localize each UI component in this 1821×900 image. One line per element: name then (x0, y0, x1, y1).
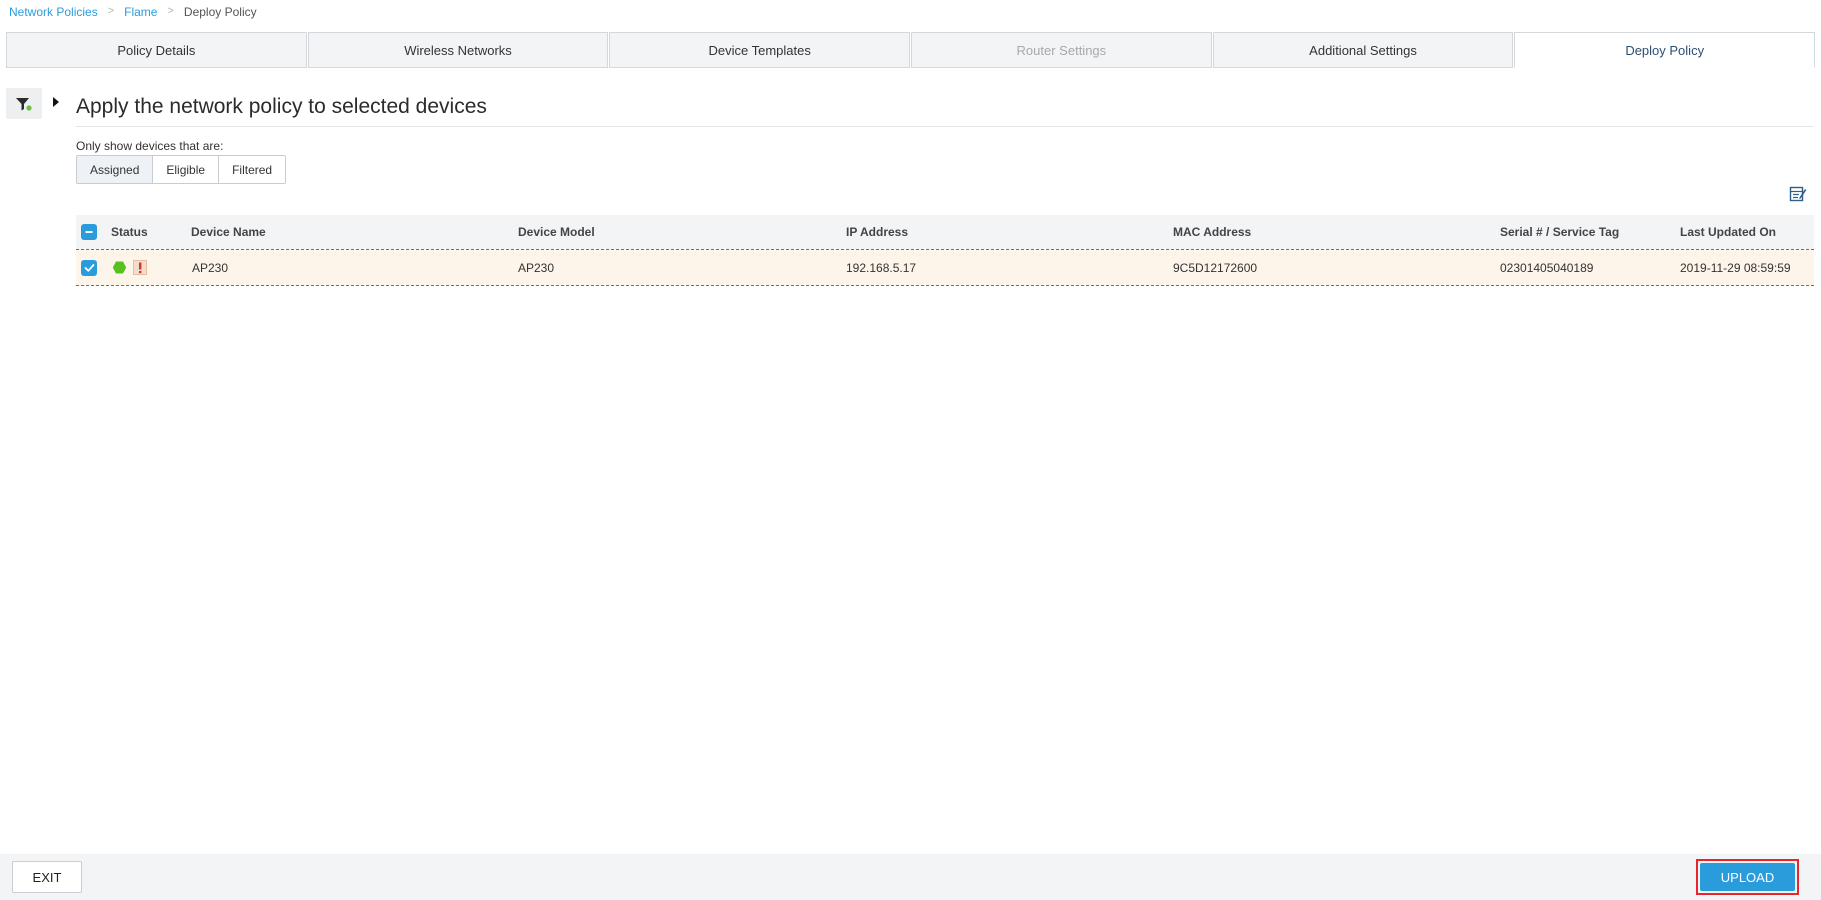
exit-button[interactable]: EXIT (12, 861, 82, 893)
column-header-status[interactable]: Status (111, 215, 148, 249)
device-table: Status Device Name Device Model IP Addre… (76, 215, 1814, 286)
tab-deploy-policy[interactable]: Deploy Policy (1514, 32, 1816, 68)
footer-bar: EXIT UPLOAD (0, 854, 1821, 900)
row-select-cell (81, 250, 97, 285)
column-header-last-updated[interactable]: Last Updated On (1680, 215, 1776, 249)
table-header: Status Device Name Device Model IP Addre… (76, 215, 1814, 250)
column-picker-icon[interactable] (1789, 185, 1807, 203)
cell-device-name: AP230 (192, 260, 229, 275)
filter-toggle-button[interactable] (6, 88, 42, 119)
breadcrumb-separator: > (167, 5, 174, 17)
column-header-device-model[interactable]: Device Model (518, 215, 595, 249)
filter-icon (16, 97, 32, 111)
tab-policy-details[interactable]: Policy Details (6, 32, 307, 68)
expand-filter-arrow-icon[interactable] (51, 96, 61, 108)
breadcrumb-flame[interactable]: Flame (124, 5, 157, 19)
cell-device-model: AP230 (518, 260, 555, 275)
table-row[interactable]: AP230 AP230 192.168.5.17 9C5D12172600 02… (76, 250, 1814, 286)
filter-assigned-button[interactable]: Assigned (77, 156, 154, 183)
cell-serial: 02301405040189 (1500, 260, 1594, 275)
title-divider (76, 126, 1814, 127)
select-all-checkbox[interactable] (81, 224, 97, 240)
online-hexagon-icon (112, 261, 127, 274)
cell-last-updated: 2019-11-29 08:59:59 (1680, 260, 1791, 275)
column-header-mac-address[interactable]: MAC Address (1173, 215, 1251, 249)
filter-filtered-button[interactable]: Filtered (219, 156, 286, 183)
row-checkbox[interactable] (81, 259, 97, 276)
tab-router-settings: Router Settings (911, 32, 1212, 68)
device-filter-segmented-control: Assigned Eligible Filtered (76, 155, 287, 184)
breadcrumb-network-policies[interactable]: Network Policies (9, 5, 98, 19)
cell-mac-address: 9C5D12172600 (1173, 260, 1258, 275)
cell-ip-address: 192.168.5.17 (846, 260, 917, 275)
filter-eligible-button[interactable]: Eligible (153, 156, 220, 183)
column-header-serial[interactable]: Serial # / Service Tag (1500, 215, 1619, 249)
column-header-ip-address[interactable]: IP Address (846, 215, 908, 249)
tab-device-templates[interactable]: Device Templates (609, 32, 911, 68)
select-all-cell (81, 215, 97, 249)
checkmark-icon (84, 263, 94, 272)
policy-tabs: Policy Details Wireless Networks Device … (6, 32, 1816, 68)
breadcrumb-separator: > (107, 5, 115, 17)
device-filter-label: Only show devices that are: (76, 139, 224, 153)
tab-wireless-networks[interactable]: Wireless Networks (307, 32, 609, 68)
breadcrumb-deploy-policy: Deploy Policy (183, 5, 257, 19)
breadcrumb: Network Policies > Flame > Deploy Policy (9, 4, 257, 20)
page-title: Apply the network policy to selected dev… (76, 95, 487, 118)
upload-button[interactable]: UPLOAD (1700, 863, 1795, 891)
column-header-device-name[interactable]: Device Name (191, 215, 266, 249)
page: Network Policies > Flame > Deploy Policy… (0, 0, 1821, 900)
minus-icon (85, 231, 93, 233)
config-mismatch-alert-icon[interactable] (133, 260, 147, 275)
status-cell (112, 250, 147, 285)
upload-highlight-box: UPLOAD (1696, 859, 1799, 895)
tab-additional-settings[interactable]: Additional Settings (1212, 32, 1514, 68)
